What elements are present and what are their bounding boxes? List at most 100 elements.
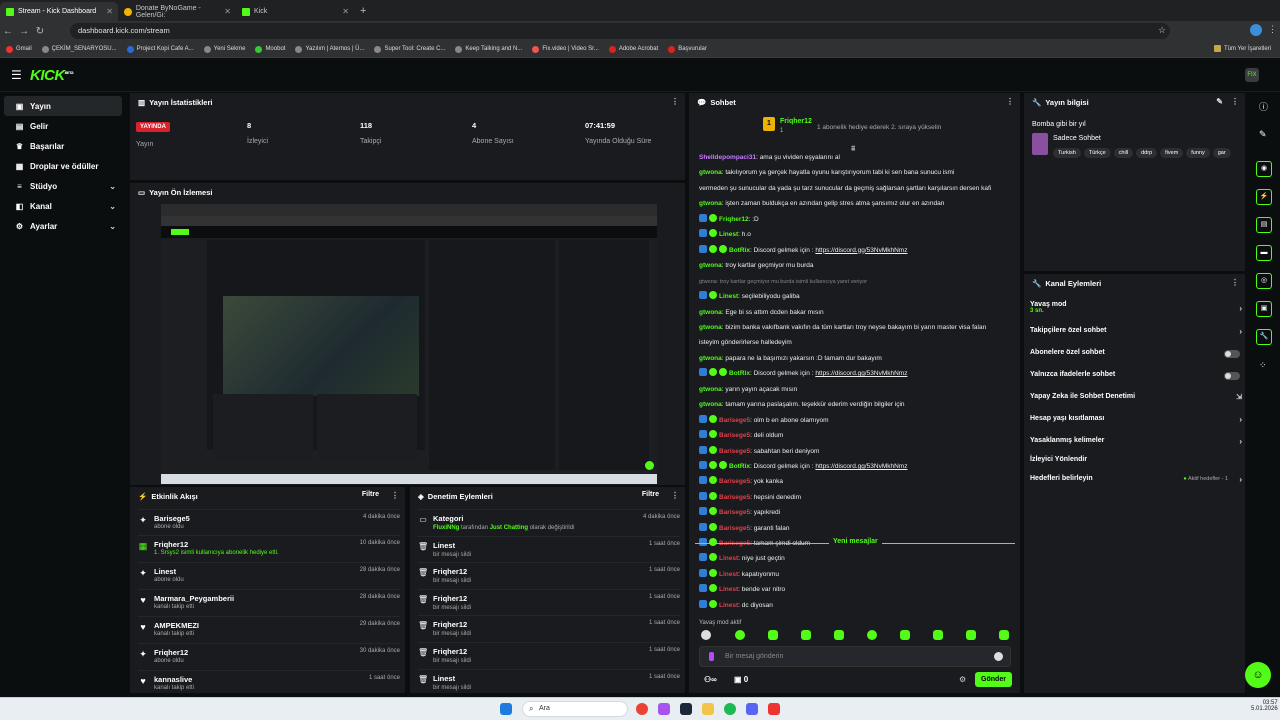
close-icon[interactable]: ✕ [106,7,113,16]
chat-username[interactable]: gtwona [699,262,722,269]
emote-icon[interactable] [933,630,943,640]
more-icon[interactable]: ⋮ [1231,97,1239,106]
chat-username[interactable]: gtwona [699,309,722,316]
emote-icon[interactable] [801,630,811,640]
chat-username[interactable]: BotRix [729,463,750,470]
bookmark[interactable]: Yeni Sekme [203,45,245,53]
emote-icon[interactable] [834,630,844,640]
chat-username[interactable]: gtwona [699,324,722,331]
tag[interactable]: funny [1186,148,1210,158]
goals-item[interactable]: Hedefleri belirleyin ● Aktif hedefler - 1… [1030,475,1242,489]
emote-icon[interactable] [867,630,877,640]
chat-username[interactable]: Barisege5 [719,432,750,439]
camera-icon[interactable]: ◉ [1256,161,1272,177]
chat-username[interactable]: gtwona [699,355,722,362]
stream-preview-video[interactable] [161,204,657,484]
chat-username[interactable]: Barisege5 [719,509,750,516]
sidebar-item-basarilar[interactable]: ♛ Başarılar [4,136,122,156]
chat-username[interactable]: Linest [719,602,738,609]
edit-icon[interactable]: ✎ [1216,97,1223,106]
chat-icon[interactable]: ▬ [1256,245,1272,261]
browser-tab-stream[interactable]: Stream - Kick Dashboard ✕ [0,2,118,21]
pencil-icon[interactable]: ✎ [1259,129,1267,140]
chat-username[interactable]: Shelldepompaci31 [699,154,756,161]
close-icon[interactable]: ✕ [342,7,349,16]
discord-icon[interactable] [746,703,758,715]
chat-username[interactable]: BotRix [729,370,750,377]
chat-username[interactable]: Barisege5 [719,448,750,455]
more-icon[interactable]: ⋮ [391,491,399,500]
sidebar-item-gelir[interactable]: ▤ Gelir [4,116,122,136]
chrome-icon[interactable] [636,703,648,715]
chat-username[interactable]: gtwona [699,200,722,207]
new-tab-button[interactable]: + [360,5,366,17]
host-item[interactable]: İzleyici Yönlendir [1030,456,1242,470]
mic-icon[interactable] [709,652,714,661]
bookmark[interactable]: Keep Talking and N... [455,45,522,53]
bookmark[interactable]: Adobe Acrobat [608,45,658,53]
chat-username[interactable]: Linest [719,231,738,238]
bookmark[interactable]: Başvurular [668,45,707,53]
bookmark[interactable]: Gmail [6,45,32,53]
emote-icon[interactable] [900,630,910,640]
taskbar-search[interactable]: ⌕ Ara [522,701,628,717]
close-icon[interactable]: ✕ [224,7,231,16]
bookmark[interactable]: Yazılım | Aternos | Ü... [295,45,364,53]
emote-icon[interactable] [735,630,745,640]
more-icon[interactable]: ⋮ [671,97,679,106]
kick-logo[interactable]: KICKBETA [30,67,74,84]
obs-icon[interactable] [768,703,780,715]
apps-icon[interactable]: ⁘ [1259,360,1267,371]
chat-username[interactable]: Linest [719,293,738,300]
wrench-icon[interactable]: 🔧 [1256,329,1272,345]
tag[interactable]: fivem [1160,148,1184,158]
chat-link[interactable]: https://discord.gg/53NvMkhNmz [815,370,907,377]
more-icon[interactable]: ⋮ [671,491,679,500]
more-icon[interactable]: ⋮ [1231,278,1239,287]
emote-only-toggle[interactable] [1224,372,1240,380]
chat-username[interactable]: Linest [719,555,738,562]
sidebar-item-ayarlar[interactable]: ⚙ Ayarlar ⌄ [4,216,122,236]
tag[interactable]: gar [1212,148,1231,158]
avatar[interactable]: FIX [1245,68,1259,82]
followers-only-item[interactable]: Takipçilere özel sohbet › [1030,327,1242,341]
tag[interactable]: Türkçe [1083,148,1111,158]
document-icon[interactable]: ▤ [1256,217,1272,233]
slow-mode-item[interactable]: Yavaş mod 3 sn. › [1030,301,1242,315]
help-chat-icon[interactable]: ☺ [1245,662,1271,688]
banned-words-item[interactable]: Yasaklanmış kelimeler › [1030,437,1242,451]
browser-tab-donate[interactable]: Donate ByNoGame - Gelen/Gi: ✕ [118,2,236,21]
tag[interactable]: chill [1113,148,1134,158]
chat-username[interactable]: gtwona [699,401,722,408]
all-bookmarks[interactable]: Tüm Yer İşaretleri [1214,45,1271,52]
forward-icon[interactable]: → [16,26,32,37]
bookmark[interactable]: Fix.video | Video Sr... [532,45,599,53]
monitor-icon[interactable]: ▣ [1256,301,1272,317]
tag[interactable]: ddrp [1136,148,1158,158]
chat-username[interactable]: BotRix [729,247,750,254]
chat-username[interactable]: Linest [719,571,738,578]
chat-username[interactable]: Barisege5 [719,478,750,485]
chat-input[interactable]: Bir mesaj gönderin [699,646,1011,667]
info-icon[interactable]: ⓘ [1259,100,1268,113]
chat-username[interactable]: gtwona [699,386,722,393]
reload-icon[interactable]: ↻ [32,26,48,37]
emoji-icon[interactable] [994,652,1003,661]
chat-username[interactable]: Friqher12 [719,216,749,223]
menu-icon[interactable]: ⋮ [1268,24,1277,35]
app-icon[interactable] [658,703,670,715]
windows-start-icon[interactable] [500,703,512,715]
sidebar-item-kanal[interactable]: ◧ Kanal ⌄ [4,196,122,216]
filter-button[interactable]: Filtre [642,491,659,498]
star-icon[interactable]: ☆ [1158,25,1166,36]
settings-icon[interactable]: ⚙ [959,675,966,684]
folder-icon[interactable] [702,703,714,715]
broadcast-icon[interactable]: ◎ [1256,273,1272,289]
chat-username[interactable]: Barisege5 [719,494,750,501]
url-input[interactable]: dashboard.kick.com/stream [70,23,1170,39]
steam-icon[interactable] [680,703,692,715]
chat-username[interactable]: Barisege5 [719,417,750,424]
send-button[interactable]: Gönder [975,672,1012,687]
back-icon[interactable]: ← [0,26,16,37]
subscribers-only-toggle[interactable] [1224,350,1240,358]
